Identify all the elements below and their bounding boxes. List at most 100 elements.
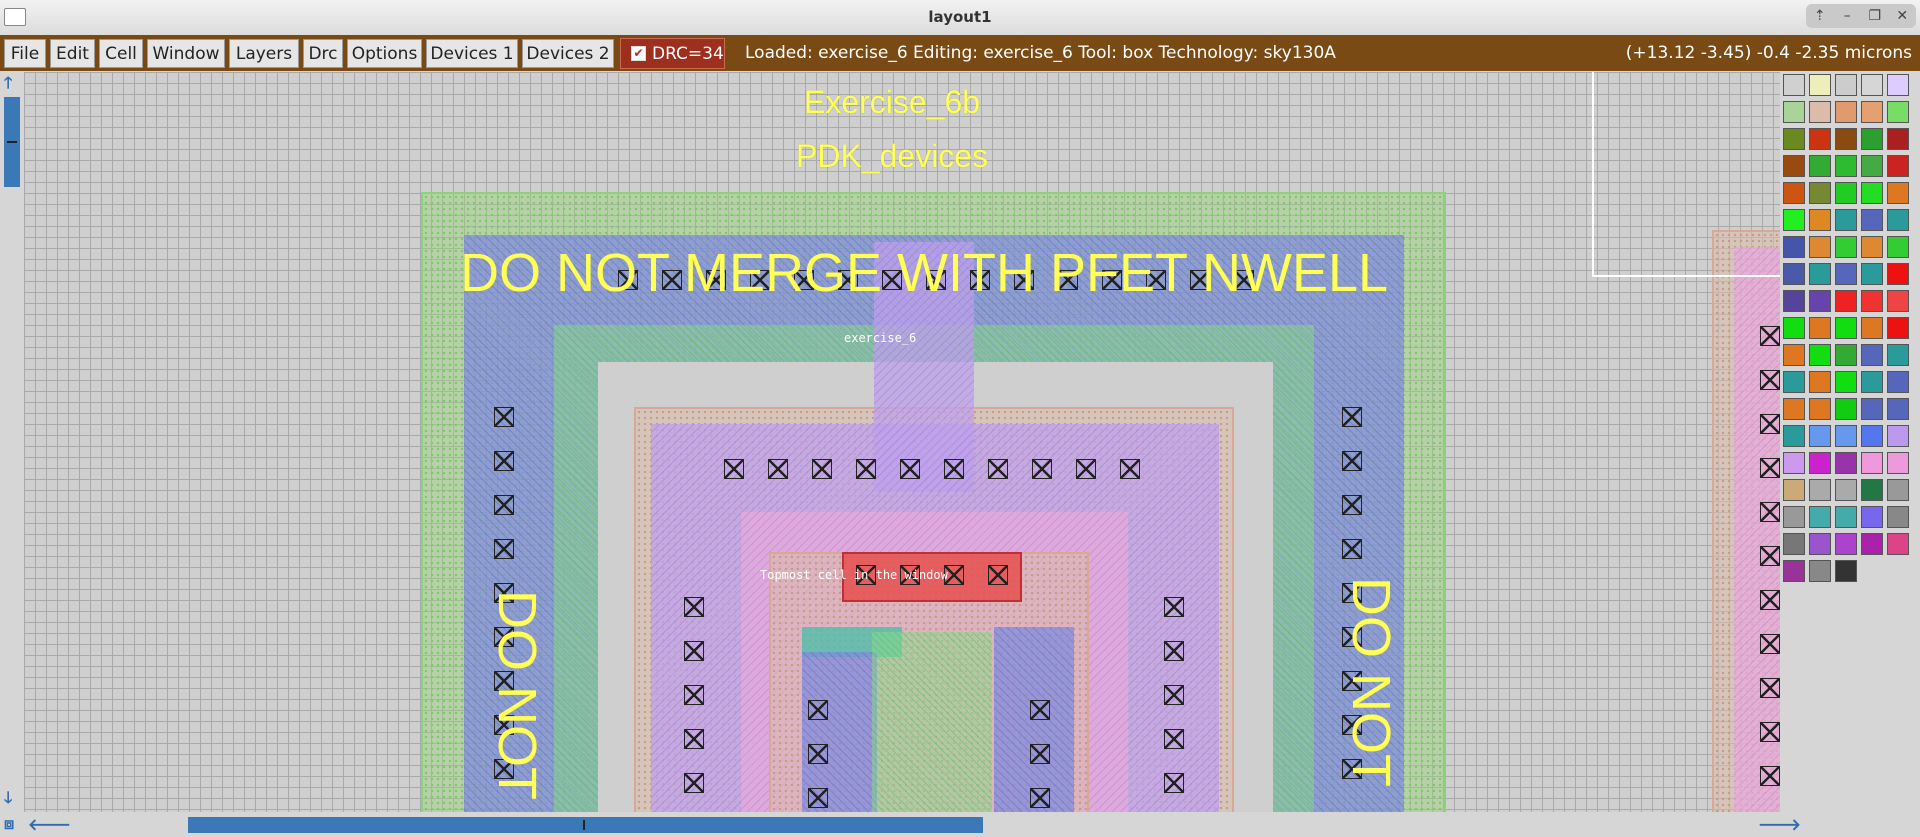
layer-swatch[interactable] [1861,128,1883,150]
layer-swatch[interactable] [1835,236,1857,258]
layer-swatch[interactable] [1835,263,1857,285]
layer-swatch[interactable] [1861,371,1883,393]
minimize-icon[interactable]: – [1836,8,1858,24]
layer-swatch[interactable] [1835,290,1857,312]
restore-icon[interactable]: ❐ [1864,8,1886,24]
layer-swatch[interactable] [1835,398,1857,420]
layer-swatch[interactable] [1835,479,1857,501]
layer-swatch[interactable] [1861,290,1883,312]
menu-cell[interactable]: Cell [99,39,143,68]
layer-swatch[interactable] [1809,209,1831,231]
layer-swatch[interactable] [1783,155,1805,177]
layer-swatch[interactable] [1783,452,1805,474]
layer-swatch[interactable] [1861,506,1883,528]
layer-swatch[interactable] [1887,344,1909,366]
layer-swatch[interactable] [1861,452,1883,474]
menu-layers[interactable]: Layers [229,39,299,68]
layer-swatch[interactable] [1809,506,1831,528]
layer-swatch[interactable] [1809,452,1831,474]
layer-swatch[interactable] [1835,425,1857,447]
menu-window[interactable]: Window [147,39,225,68]
layout-canvas[interactable]: Exercise_6b PDK_devices DO NOT MERGE WIT… [24,72,1780,812]
layer-swatch[interactable] [1861,479,1883,501]
layer-swatch[interactable] [1783,344,1805,366]
layer-swatch[interactable] [1887,155,1909,177]
zoom-box-icon[interactable]: ⧈ [4,814,14,834]
checkbox-icon[interactable]: ✔ [631,46,646,61]
layer-swatch[interactable] [1861,101,1883,123]
layer-swatch[interactable] [1887,425,1909,447]
layer-swatch[interactable] [1783,182,1805,204]
layer-swatch[interactable] [1783,479,1805,501]
scroll-up-icon[interactable]: 🡑 [4,72,12,99]
layer-swatch[interactable] [1861,263,1883,285]
layer-swatch[interactable] [1809,533,1831,555]
close-icon[interactable]: ✕ [1891,8,1913,24]
layer-swatch[interactable] [1783,101,1805,123]
layer-swatch[interactable] [1887,182,1909,204]
menu-options[interactable]: Options [347,39,422,68]
layer-swatch[interactable] [1835,128,1857,150]
menu-devices-1[interactable]: Devices 1 [426,39,518,68]
layer-swatch[interactable] [1887,452,1909,474]
menu-file[interactable]: File [4,39,46,68]
layer-swatch[interactable] [1809,560,1831,582]
layer-swatch[interactable] [1783,128,1805,150]
layer-swatch[interactable] [1887,74,1909,96]
layer-swatch[interactable] [1835,182,1857,204]
layer-swatch[interactable] [1809,74,1831,96]
layer-swatch[interactable] [1835,209,1857,231]
menu-edit[interactable]: Edit [50,39,95,68]
layer-swatch[interactable] [1809,344,1831,366]
menu-drc[interactable]: Drc [303,39,343,68]
layer-swatch[interactable] [1861,317,1883,339]
layer-swatch[interactable] [1887,209,1909,231]
layer-swatch[interactable] [1783,506,1805,528]
vertical-scroll-thumb[interactable] [4,97,20,187]
layer-swatch[interactable] [1809,182,1831,204]
layer-swatch[interactable] [1783,74,1805,96]
up-arrow-icon[interactable]: ⇡ [1809,8,1831,24]
layer-swatch[interactable] [1861,398,1883,420]
layer-swatch[interactable] [1887,290,1909,312]
layer-swatch[interactable] [1783,398,1805,420]
layer-swatch[interactable] [1887,398,1909,420]
layer-swatch[interactable] [1783,317,1805,339]
layer-swatch[interactable] [1887,128,1909,150]
layer-swatch[interactable] [1835,101,1857,123]
layer-swatch[interactable] [1809,398,1831,420]
layer-swatch[interactable] [1809,479,1831,501]
layer-swatch[interactable] [1861,182,1883,204]
layer-swatch[interactable] [1835,317,1857,339]
layer-swatch[interactable] [1783,263,1805,285]
horizontal-scrollbar[interactable]: ⧈ 🡐 🡒 [0,812,1801,837]
layer-swatch[interactable] [1887,506,1909,528]
layer-swatch[interactable] [1809,263,1831,285]
layer-swatch[interactable] [1835,371,1857,393]
layer-swatch[interactable] [1835,560,1857,582]
layer-swatch[interactable] [1783,236,1805,258]
layer-swatch[interactable] [1835,155,1857,177]
layer-swatch[interactable] [1783,560,1805,582]
layer-swatch[interactable] [1809,101,1831,123]
layer-swatch[interactable] [1809,290,1831,312]
layer-swatch[interactable] [1861,209,1883,231]
layer-swatch[interactable] [1887,533,1909,555]
horizontal-scroll-thumb[interactable] [188,817,983,833]
layer-swatch[interactable] [1809,236,1831,258]
layer-swatch[interactable] [1809,371,1831,393]
layer-swatch[interactable] [1887,236,1909,258]
layer-swatch[interactable] [1861,533,1883,555]
layer-swatch[interactable] [1809,425,1831,447]
layer-swatch[interactable] [1783,425,1805,447]
layer-swatch[interactable] [1861,155,1883,177]
layer-swatch[interactable] [1809,128,1831,150]
layer-swatch[interactable] [1887,101,1909,123]
layer-swatch[interactable] [1835,506,1857,528]
layer-swatch[interactable] [1887,479,1909,501]
layer-swatch[interactable] [1783,209,1805,231]
layer-swatch[interactable] [1783,533,1805,555]
selection-box[interactable] [1592,72,1780,277]
layer-swatch[interactable] [1809,155,1831,177]
vertical-scrollbar[interactable]: 🡑 🡓 [0,72,23,812]
